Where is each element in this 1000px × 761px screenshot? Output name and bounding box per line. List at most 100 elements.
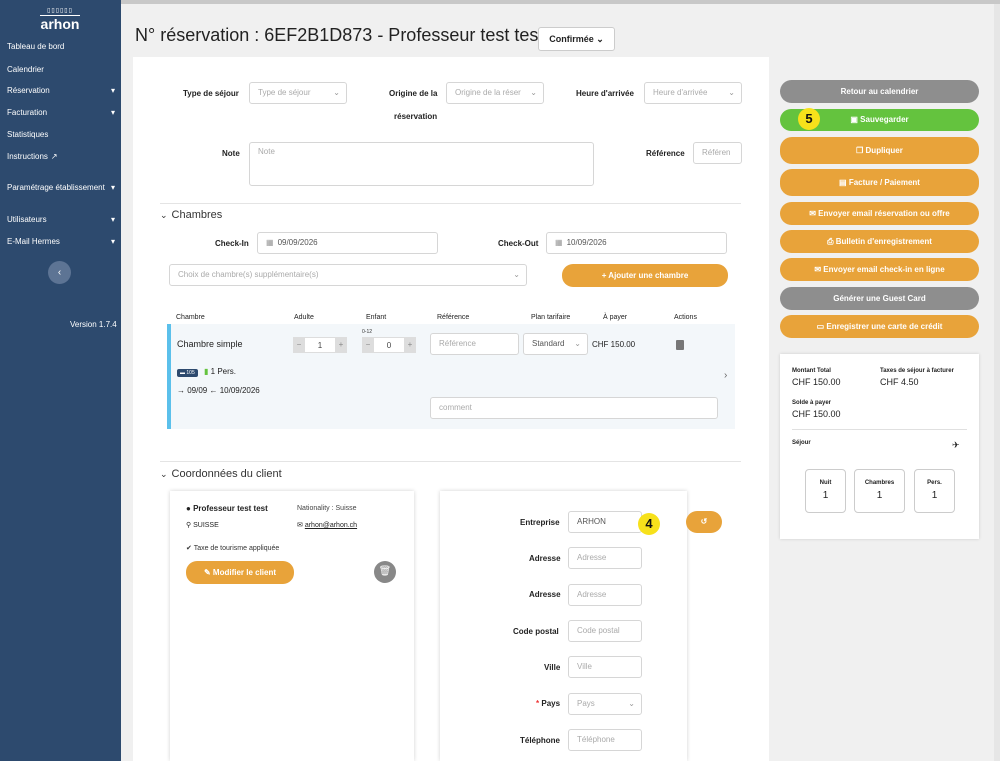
logo-text: arhon [40,16,80,32]
sidebar-item-label: E-Mail Hermes [7,237,60,246]
comment-input[interactable]: comment [430,397,718,419]
status-dropdown[interactable]: Confirmée ⌄ [538,27,615,51]
check-circle-icon: ✔ [186,545,192,552]
room-choice-placeholder: Choix de chambre(s) supplémentaire(s) [178,270,319,279]
plus-button[interactable]: + [404,337,416,353]
back-to-calendar-button[interactable]: Retour au calendrier [780,80,979,103]
adresse-input[interactable]: Adresse [568,547,642,569]
adult-stepper[interactable]: − 1 + [293,337,347,353]
sidebar-item-instructions[interactable]: Instructions ↗ [7,151,115,163]
reference-input[interactable]: Référen [693,142,742,164]
minus-button[interactable]: − [293,337,305,353]
print-icon: ⎙ [827,237,834,246]
adresse-placeholder: Adresse [577,553,607,562]
external-link-icon: ↗ [50,152,58,161]
comment-placeholder: comment [439,403,472,412]
sidebar-item-calendar[interactable]: Calendrier [7,64,115,76]
sidebar-item-label: Facturation [7,108,48,117]
checkin-date-input[interactable]: ▦ 09/09/2026 [257,232,438,254]
sidebar-item-billing[interactable]: Facturation ▾ [7,107,115,119]
heure-select[interactable]: Heure d'arrivée ⌄ [644,82,742,104]
child-stepper[interactable]: − 0 + [362,337,416,353]
history-button[interactable]: ↺ [686,511,722,533]
sidebar-item-settings[interactable]: Paramétrage établissement ▾ [7,182,115,194]
scrollbar[interactable] [994,4,1000,761]
client-email-link[interactable]: arhon@arhon.ch [305,522,357,529]
enfant-age-hint: 0-12 [362,329,373,335]
client-country: ⚲ SUISSE [186,521,219,529]
adult-value: 1 [305,337,335,353]
note-label: Note [222,149,240,158]
credit-card-button[interactable]: ▭ Enregistrer une carte de crédit [780,315,979,338]
credit-card-icon: ▭ [816,322,825,331]
ville-input[interactable]: Ville [568,656,642,678]
persons-value: 1 Pers. [210,367,236,376]
heure-label: Heure d'arrivée [576,89,634,98]
document-icon[interactable] [676,340,684,350]
telephone-input[interactable]: Téléphone [568,729,642,751]
mail-icon: ✉ [297,522,303,529]
pays-placeholder: Pays [577,699,595,708]
invoice-button[interactable]: ▤ Facture / Paiement [780,169,979,196]
sidebar-collapse-button[interactable]: ‹ [48,261,71,284]
sidebar-item-statistics[interactable]: Statistiques [7,129,115,141]
client-nationality: Nationality : Suisse [297,505,357,512]
pays-label-text: Pays [541,699,561,708]
balance-label: Solde à payer [792,400,832,406]
client-section-toggle[interactable]: ⌄ Coordonnées du client [160,468,282,480]
email-checkin-label: Envoyer email check-in en ligne [823,265,945,274]
email-offer-button[interactable]: ✉ Envoyer email réservation ou offre [780,202,979,225]
chevron-down-icon: ▾ [110,215,115,224]
plan-select[interactable]: Standard ⌄ [523,333,588,355]
checkout-label: Check-Out [498,239,539,248]
minus-button[interactable]: − [362,337,374,353]
total-label: Montant Total [792,368,831,374]
guest-card-button[interactable]: Générer une Guest Card [780,287,979,310]
email-checkin-button[interactable]: ✉ Envoyer email check-in en ligne [780,258,979,281]
stay-label: Séjour [792,440,811,446]
room-reference-input[interactable]: Référence [430,333,519,355]
credit-card-label: Enregistrer une carte de crédit [826,322,943,331]
nights-value: 1 [822,490,829,501]
code-postal-input[interactable]: Code postal [568,620,642,642]
type-sejour-placeholder: Type de séjour [258,88,311,97]
sidebar-item-dashboard[interactable]: Tableau de bord [7,41,115,53]
nights-box: Nuit 1 [805,469,846,513]
chambres-title: Chambres [171,209,223,221]
type-sejour-select[interactable]: Type de séjour ⌄ [249,82,347,104]
note-textarea[interactable]: Note [249,142,594,186]
entreprise-input[interactable]: ARHON [568,511,642,533]
chevron-right-icon[interactable]: › [724,370,727,381]
client-card [170,491,414,761]
duplicate-button[interactable]: ❐ Dupliquer [780,137,979,164]
entreprise-value: ARHON [577,517,606,526]
origine-select[interactable]: Origine de la réser ⌄ [446,82,544,104]
calendar-icon: ▦ [266,238,274,247]
chevron-down-icon: ⌄ [513,270,520,279]
sidebar-item-label: Calendrier [7,65,44,74]
client-name-value: Professeur test test [193,504,268,513]
bulletin-button[interactable]: ⎙ Bulletin d'enregistrement [780,230,979,253]
logo[interactable]: ▯▯▯▯▯▯ arhon [40,7,80,32]
origine-label-2: réservation [394,112,438,121]
chambres-section-toggle[interactable]: ⌄ Chambres [160,209,222,221]
checkout-date-input[interactable]: ▦ 10/09/2026 [546,232,727,254]
room-choice-select[interactable]: Choix de chambre(s) supplémentaire(s) ⌄ [169,264,527,286]
arrow-right-icon: → [177,386,185,395]
origine-placeholder: Origine de la réser [455,88,521,97]
chevron-down-icon: ⌄ [574,339,581,348]
persons-count-value: 1 [931,490,938,501]
sidebar-item-users[interactable]: Utilisateurs ▾ [7,214,115,226]
delete-client-button[interactable]: 🗑 [374,561,396,583]
col-header-enfant: Enfant [366,314,387,321]
stay-dates: → 09/09 ← 10/09/2026 [177,386,260,395]
edit-client-button[interactable]: ✎ Modifier le client [186,561,294,584]
mail-icon: ✉ [814,265,822,274]
sidebar-item-reservation[interactable]: Réservation ▾ [7,85,115,97]
plus-button[interactable]: + [335,337,347,353]
pays-select[interactable]: Pays ⌄ [568,693,642,715]
sidebar-item-email-hermes[interactable]: E-Mail Hermes ▾ [7,236,115,248]
adresse2-input[interactable]: Adresse [568,584,642,606]
add-room-button[interactable]: + Ajouter une chambre [562,264,728,287]
col-header-reference: Référence [437,314,470,321]
